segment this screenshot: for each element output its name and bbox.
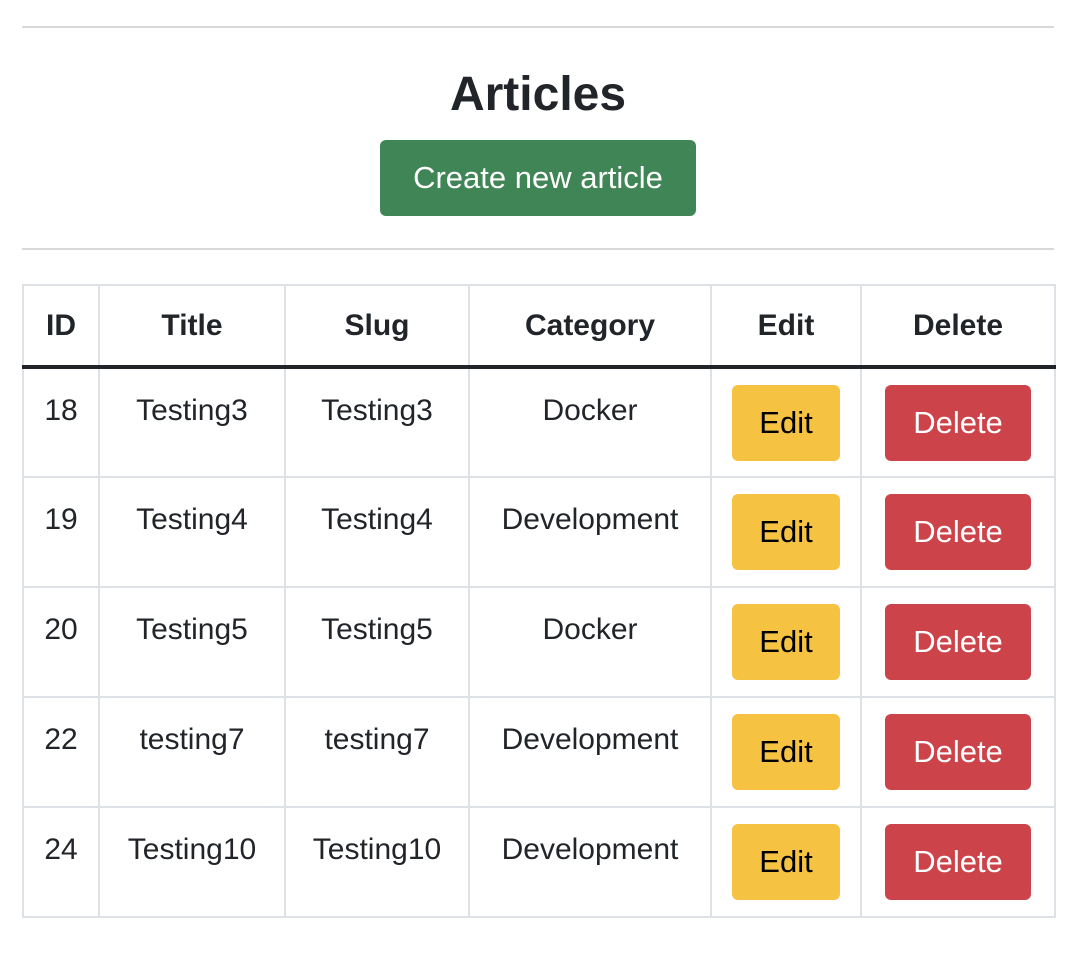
edit-button[interactable]: Edit (732, 604, 840, 680)
cell-title: Testing10 (98, 806, 286, 918)
edit-button[interactable]: Edit (732, 824, 840, 900)
delete-button[interactable]: Delete (885, 604, 1031, 680)
cell-delete: Delete (860, 696, 1056, 808)
cell-delete: Delete (860, 586, 1056, 698)
header-category: Category (468, 284, 712, 369)
table-row: 24 Testing10 Testing10 Development Edit … (22, 806, 1056, 918)
cell-id: 19 (22, 476, 100, 588)
cell-slug: Testing5 (284, 586, 470, 698)
cell-id: 24 (22, 806, 100, 918)
header-id: ID (22, 284, 100, 369)
header-edit: Edit (710, 284, 862, 369)
table-row: 18 Testing3 Testing3 Docker Edit Delete (22, 366, 1056, 478)
cell-id: 20 (22, 586, 100, 698)
delete-button[interactable]: Delete (885, 824, 1031, 900)
cell-title: Testing5 (98, 586, 286, 698)
edit-button[interactable]: Edit (732, 494, 840, 570)
create-article-button[interactable]: Create new article (380, 140, 696, 216)
page-title: Articles (449, 68, 627, 121)
cell-id: 22 (22, 696, 100, 808)
cell-edit: Edit (710, 586, 862, 698)
cell-title: Testing4 (98, 476, 286, 588)
cell-title: Testing3 (98, 366, 286, 478)
middle-divider (22, 248, 1054, 250)
cell-delete: Delete (860, 476, 1056, 588)
cell-slug: Testing4 (284, 476, 470, 588)
edit-button[interactable]: Edit (732, 385, 840, 461)
cell-category: Development (468, 476, 712, 588)
cell-delete: Delete (860, 806, 1056, 918)
cell-slug: Testing3 (284, 366, 470, 478)
cell-category: Development (468, 806, 712, 918)
cell-delete: Delete (860, 366, 1056, 478)
header-title: Title (98, 284, 286, 369)
table-row: 20 Testing5 Testing5 Docker Edit Delete (22, 586, 1056, 698)
table-row: 22 testing7 testing7 Development Edit De… (22, 696, 1056, 808)
top-divider (22, 26, 1054, 28)
cell-edit: Edit (710, 806, 862, 918)
cell-slug: Testing10 (284, 806, 470, 918)
cell-edit: Edit (710, 476, 862, 588)
cell-edit: Edit (710, 696, 862, 808)
header-slug: Slug (284, 284, 470, 369)
articles-table: ID Title Slug Category Edit Delete 18 Te… (22, 284, 1056, 918)
cell-category: Development (468, 696, 712, 808)
cell-category: Docker (468, 586, 712, 698)
delete-button[interactable]: Delete (885, 714, 1031, 790)
header-delete: Delete (860, 284, 1056, 369)
create-row: Create new article (22, 140, 1054, 216)
cell-id: 18 (22, 366, 100, 478)
delete-button[interactable]: Delete (885, 494, 1031, 570)
cell-slug: testing7 (284, 696, 470, 808)
cell-category: Docker (468, 366, 712, 478)
delete-button[interactable]: Delete (885, 385, 1031, 461)
table-row: 19 Testing4 Testing4 Development Edit De… (22, 476, 1056, 588)
articles-page: Articles Create new article ID Title Slu… (22, 0, 1056, 918)
cell-edit: Edit (710, 366, 862, 478)
table-header-row: ID Title Slug Category Edit Delete (22, 284, 1056, 369)
cell-title: testing7 (98, 696, 286, 808)
edit-button[interactable]: Edit (732, 714, 840, 790)
